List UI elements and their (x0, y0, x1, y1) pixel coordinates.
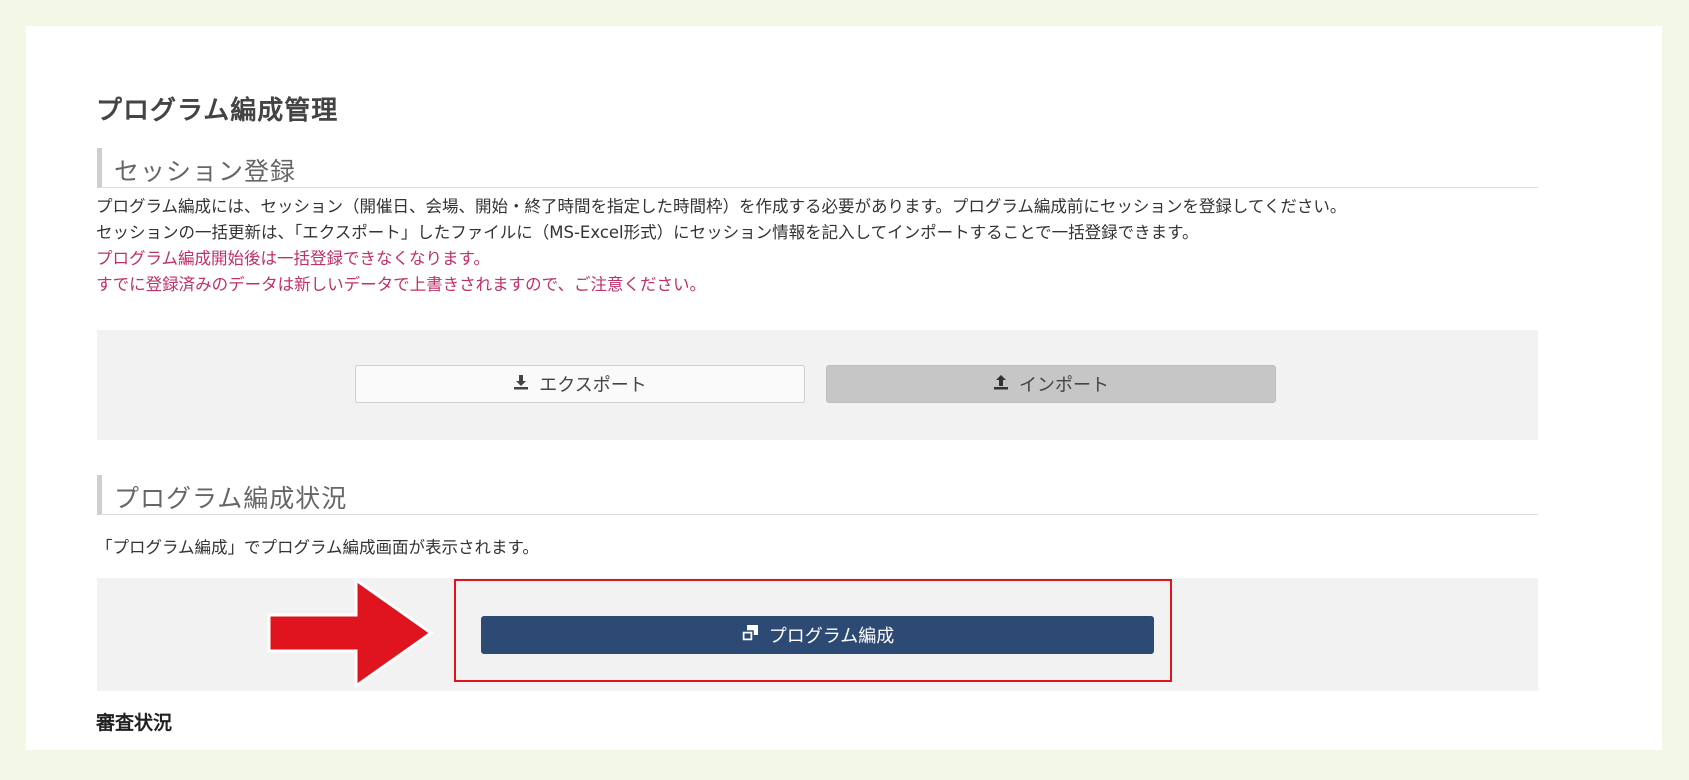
download-icon (513, 374, 529, 395)
page-title: プログラム編成管理 (96, 96, 339, 126)
export-button-label: エクスポート (539, 375, 647, 396)
main-panel: プログラム編成管理 セッション登録 プログラム編成には、セッション（開催日、会場… (26, 26, 1662, 750)
program-edit-button-label: プログラム編成 (768, 626, 895, 647)
program-section-heading-label: プログラム編成状況 (114, 484, 348, 513)
session-actions-box (97, 330, 1538, 440)
window-restore-icon (741, 624, 759, 647)
review-status-heading: 審査状況 (96, 712, 173, 734)
session-section-heading: セッション登録 (97, 148, 1538, 188)
upload-icon (993, 374, 1009, 395)
session-warning-line-2: すでに登録済みのデータは新しいデータで上書きされますので、ご注意ください。 (96, 275, 707, 294)
session-warning-line-1: プログラム編成開始後は一括登録できなくなります。 (96, 249, 490, 268)
import-button-label: インポート (1019, 375, 1109, 396)
program-description: 「プログラム編成」でプログラム編成画面が表示されます。 (96, 538, 539, 557)
import-button[interactable]: インポート (826, 365, 1276, 403)
session-description-line-1: プログラム編成には、セッション（開催日、会場、開始・終了時間を指定した時間枠）を… (96, 197, 1347, 216)
session-description-line-2: セッションの一括更新は、「エクスポート」したファイルに（MS-Excel形式）に… (96, 223, 1199, 242)
session-section-heading-label: セッション登録 (114, 157, 297, 186)
red-arrow-icon (267, 578, 434, 688)
program-edit-button[interactable]: プログラム編成 (481, 616, 1154, 654)
program-section-heading: プログラム編成状況 (97, 475, 1538, 515)
export-button[interactable]: エクスポート (355, 365, 805, 403)
